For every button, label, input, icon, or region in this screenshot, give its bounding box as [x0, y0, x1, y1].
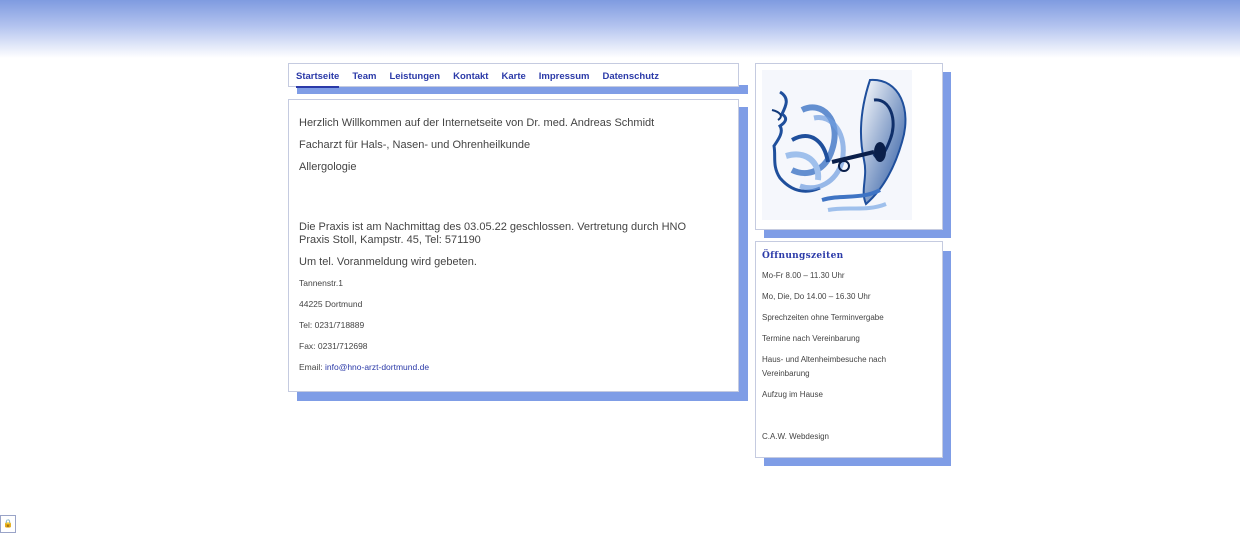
specialty-text: Facharzt für Hals-, Nasen- und Ohrenheil…: [299, 139, 531, 151]
nav-item-impressum[interactable]: Impressum: [539, 71, 590, 88]
nav-item-datenschutz[interactable]: Datenschutz: [602, 71, 658, 88]
main-shadow: [739, 107, 748, 401]
hours-shadow: [764, 457, 951, 466]
opening-hours-panel: Öffnungszeiten Mo-Fr 8.00 – 11.30 Uhr Mo…: [755, 241, 943, 458]
logo-panel: [755, 63, 943, 230]
email-line: Email: info@hno-arzt-dortmund.de: [299, 362, 719, 372]
hours-shadow: [942, 251, 951, 466]
subspecialty-text: Allergologie: [299, 161, 357, 173]
hours-line: Termine nach Vereinbarung: [762, 334, 860, 343]
nav-item-leistungen[interactable]: Leistungen: [389, 71, 440, 88]
address-street: Tannenstr.1: [299, 278, 343, 288]
email-label: Email:: [299, 362, 325, 372]
nav-item-kontakt[interactable]: Kontakt: [453, 71, 488, 88]
opening-hours-title: Öffnungszeiten: [762, 251, 844, 261]
address-city: 44225 Dortmund: [299, 299, 363, 309]
webdesign-credit[interactable]: C.A.W. Webdesign: [762, 430, 932, 444]
nav-item-startseite[interactable]: Startseite: [296, 71, 340, 88]
lock-icon[interactable]: 🔒: [0, 515, 16, 533]
closure-notice: Die Praxis ist am Nachmittag des 03.05.2…: [299, 221, 687, 246]
main-shadow: [297, 391, 748, 401]
email-link[interactable]: info@hno-arzt-dortmund.de: [325, 362, 429, 372]
header-gradient: [0, 0, 1240, 58]
nav-item-karte[interactable]: Karte: [501, 71, 525, 88]
welcome-text: Herzlich Willkommen auf der Internetseit…: [299, 117, 655, 129]
appointment-note: Um tel. Voranmeldung wird gebeten.: [299, 256, 477, 268]
ear-face-illustration-icon: [762, 70, 912, 220]
main-navigation: Startseite Team Leistungen Kontakt Karte…: [288, 63, 739, 88]
hours-line: Aufzug im Hause: [762, 390, 823, 399]
phone-number: Tel: 0231/718889: [299, 320, 365, 330]
nav-item-team[interactable]: Team: [352, 71, 376, 88]
hours-line: Haus- und Altenheimbesuche nach Vereinba…: [762, 355, 887, 378]
fax-number: Fax: 0231/712698: [299, 341, 368, 351]
hours-line: Mo-Fr 8.00 – 11.30 Uhr: [762, 271, 845, 280]
image-shadow: [764, 229, 951, 238]
main-content-panel: Herzlich Willkommen auf der Internetseit…: [288, 99, 739, 392]
hours-line: Mo, Die, Do 14.00 – 16.30 Uhr: [762, 292, 871, 301]
image-shadow: [942, 72, 951, 238]
hours-line: Sprechzeiten ohne Terminvergabe: [762, 313, 884, 322]
